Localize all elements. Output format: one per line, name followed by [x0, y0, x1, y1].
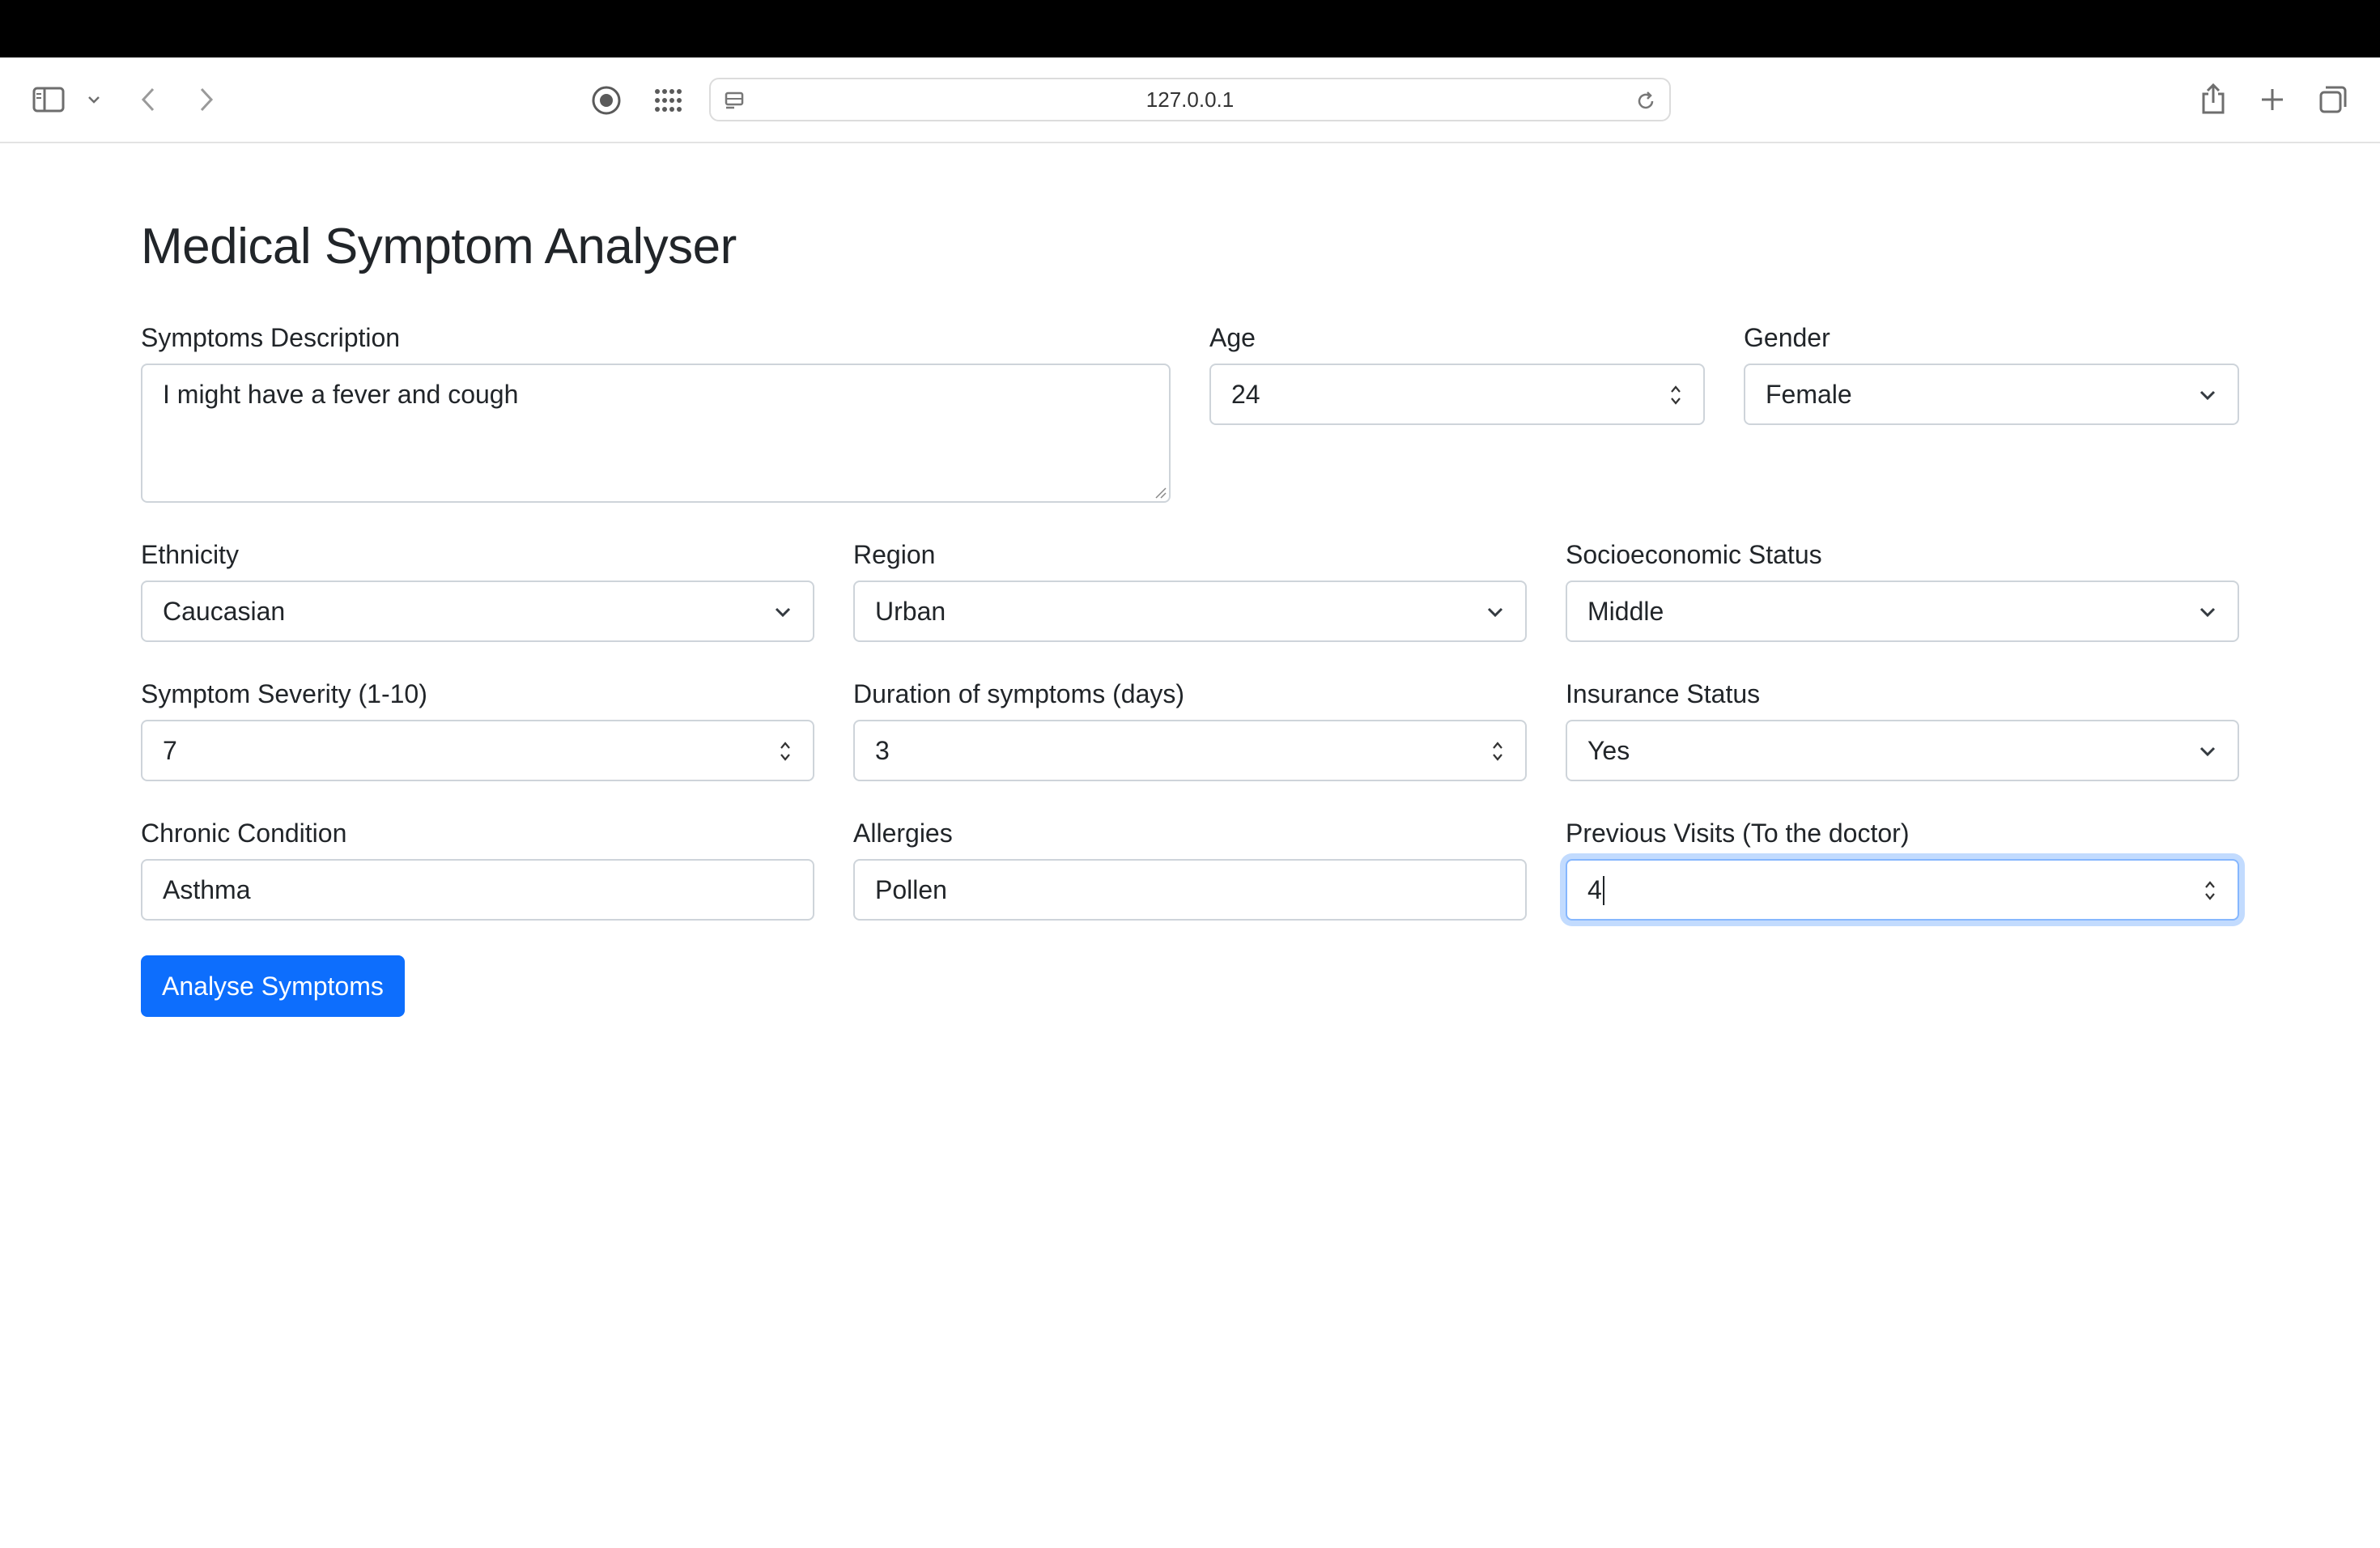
- grid-apps-icon[interactable]: [652, 85, 685, 116]
- duration-label: Duration of symptoms (days): [853, 679, 1185, 708]
- visits-value: 4: [1587, 875, 1602, 904]
- visits-label: Previous Visits (To the doctor): [1566, 819, 1910, 848]
- region-select[interactable]: Urban: [853, 580, 1527, 642]
- chronic-value: Asthma: [163, 875, 251, 904]
- chevron-down-icon: [2199, 390, 2216, 401]
- reload-icon[interactable]: [1634, 89, 1658, 113]
- allergies-value: Pollen: [875, 875, 947, 904]
- address-bar[interactable]: 127.0.0.1: [709, 78, 1671, 121]
- socioeconomic-select[interactable]: Middle: [1566, 580, 2239, 642]
- sidebar-toggle-icon[interactable]: [31, 83, 66, 116]
- visits-value-wrap: 4: [1587, 861, 1604, 919]
- chevron-down-icon: [2199, 746, 2216, 757]
- insurance-label: Insurance Status: [1566, 679, 1761, 708]
- chevron-down-icon: [2199, 607, 2216, 618]
- socioeconomic-label: Socioeconomic Status: [1566, 540, 1822, 569]
- region-label: Region: [853, 540, 936, 569]
- duration-input[interactable]: 3: [853, 720, 1527, 781]
- page-title: Medical Symptom Analyser: [141, 219, 737, 274]
- number-spinner-icon[interactable]: [2202, 878, 2218, 903]
- socioeconomic-value: Middle: [1587, 597, 1664, 626]
- region-value: Urban: [875, 597, 946, 626]
- url-text[interactable]: 127.0.0.1: [711, 79, 1669, 120]
- allergies-label: Allergies: [853, 819, 953, 848]
- duration-value: 3: [875, 736, 890, 765]
- ethnicity-value: Caucasian: [163, 597, 286, 626]
- severity-label: Symptom Severity (1-10): [141, 679, 427, 708]
- number-spinner-icon[interactable]: [1490, 739, 1506, 763]
- visits-input[interactable]: 4: [1566, 859, 2239, 921]
- severity-input[interactable]: 7: [141, 720, 814, 781]
- analyse-symptoms-button[interactable]: Analyse Symptoms: [141, 955, 405, 1017]
- chevron-down-icon: [775, 607, 791, 618]
- number-spinner-icon[interactable]: [1668, 383, 1684, 407]
- age-input[interactable]: 24: [1209, 364, 1705, 425]
- gender-value: Female: [1766, 380, 1852, 409]
- insurance-value: Yes: [1587, 736, 1630, 765]
- symptoms-textarea[interactable]: I might have a fever and cough: [141, 364, 1171, 503]
- symptoms-value: I might have a fever and cough: [163, 380, 519, 409]
- chronic-label: Chronic Condition: [141, 819, 347, 848]
- chronic-input[interactable]: Asthma: [141, 859, 814, 921]
- forward-arrow-icon[interactable]: [194, 83, 219, 116]
- browser-toolbar: 127.0.0.1: [0, 57, 2380, 143]
- insurance-select[interactable]: Yes: [1566, 720, 2239, 781]
- age-value: 24: [1231, 380, 1260, 409]
- tab-overview-icon[interactable]: [2317, 83, 2349, 116]
- record-icon[interactable]: [589, 83, 623, 117]
- back-arrow-icon[interactable]: [136, 83, 160, 116]
- chevron-down-icon: [1487, 607, 1503, 618]
- share-icon[interactable]: [2197, 80, 2229, 117]
- gender-select[interactable]: Female: [1744, 364, 2239, 425]
- ethnicity-select[interactable]: Caucasian: [141, 580, 814, 642]
- gender-label: Gender: [1744, 323, 1830, 352]
- ethnicity-label: Ethnicity: [141, 540, 239, 569]
- chevron-down-icon[interactable]: [84, 90, 104, 109]
- severity-value: 7: [163, 736, 177, 765]
- new-tab-icon[interactable]: [2257, 84, 2288, 115]
- resize-handle-icon[interactable]: [1154, 486, 1167, 499]
- allergies-input[interactable]: Pollen: [853, 859, 1527, 921]
- symptoms-label: Symptoms Description: [141, 323, 401, 352]
- text-caret: [1602, 875, 1604, 905]
- system-top-bar: [0, 0, 2380, 57]
- age-label: Age: [1209, 323, 1256, 352]
- number-spinner-icon[interactable]: [777, 739, 793, 763]
